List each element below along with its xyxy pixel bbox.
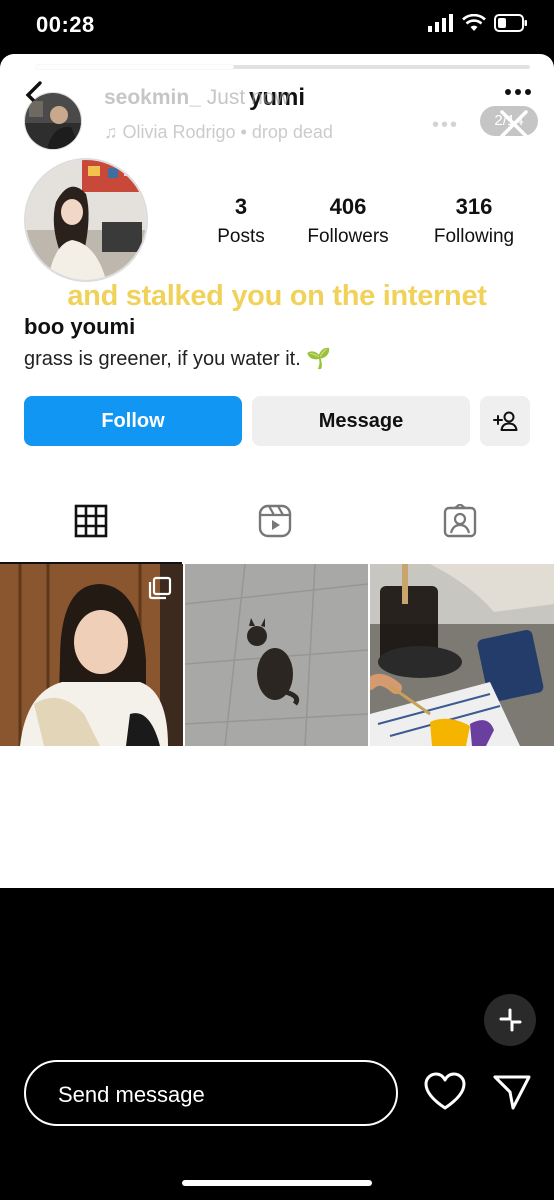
story-card[interactable]: yumi seokmin_ Just now ♫ Olivia Rodrigo …: [0, 54, 554, 888]
story-progress-fill: [36, 65, 234, 69]
stat-following-label: Following: [433, 226, 515, 247]
minimize-button[interactable]: [484, 994, 536, 1046]
heart-icon[interactable]: [424, 1072, 466, 1112]
grid-post-1[interactable]: [0, 564, 183, 746]
grid-post-2[interactable]: [185, 564, 368, 746]
send-message-placeholder: Send message: [58, 1082, 205, 1107]
send-icon[interactable]: [492, 1072, 532, 1112]
story-progress-bar: [36, 65, 530, 69]
story-author-name[interactable]: seokmin_: [104, 86, 201, 109]
stat-posts-label: Posts: [217, 226, 265, 247]
stat-followers[interactable]: 406 Followers: [296, 194, 400, 248]
add-user-icon: [493, 411, 518, 431]
collapse-icon: [499, 1008, 522, 1032]
stat-followers-label: Followers: [307, 226, 389, 247]
message-button[interactable]: Message: [252, 396, 470, 446]
tagged-icon[interactable]: [443, 504, 477, 538]
signal-icon: [428, 14, 453, 32]
grid-post-3[interactable]: [370, 564, 554, 746]
stat-following[interactable]: 316 Following: [422, 194, 526, 248]
stat-following-value: 316: [455, 194, 493, 219]
more-options-icon[interactable]: [504, 88, 532, 96]
profile-display-name: boo youmi: [24, 314, 136, 339]
suggest-users-button[interactable]: [480, 396, 530, 446]
profile-avatar[interactable]: [24, 158, 148, 282]
stat-posts: 3 Posts: [206, 194, 276, 248]
close-icon[interactable]: [494, 104, 534, 144]
profile-bio: grass is greener, if you water it. 🌱: [24, 348, 332, 370]
story-menu-icon[interactable]: •••: [432, 114, 459, 137]
home-indicator: [182, 1180, 372, 1186]
story-viewer: 00:28 yumi seokmin_ Just now ♫ Olivia Ro…: [0, 0, 554, 1200]
battery-icon: [494, 14, 527, 32]
story-author-avatar[interactable]: [24, 92, 82, 150]
story-timestamp: Just now: [206, 86, 290, 109]
follow-button[interactable]: Follow: [24, 396, 242, 446]
story-caption-text: and stalked you on the internet: [67, 280, 487, 312]
story-music-label[interactable]: ♫ Olivia Rodrigo • drop dead: [104, 122, 333, 143]
status-icons: [428, 14, 528, 32]
story-author-line: seokmin_ Just now: [104, 86, 290, 110]
stat-posts-value: 3: [234, 194, 248, 219]
reels-icon[interactable]: [258, 504, 292, 538]
grid-icon[interactable]: [74, 504, 108, 538]
multi-photo-icon: [148, 576, 172, 600]
stat-followers-value: 406: [329, 194, 367, 219]
wifi-icon: [462, 14, 486, 31]
send-message-input[interactable]: Send message: [24, 1060, 398, 1126]
status-time: 00:28: [36, 12, 95, 37]
